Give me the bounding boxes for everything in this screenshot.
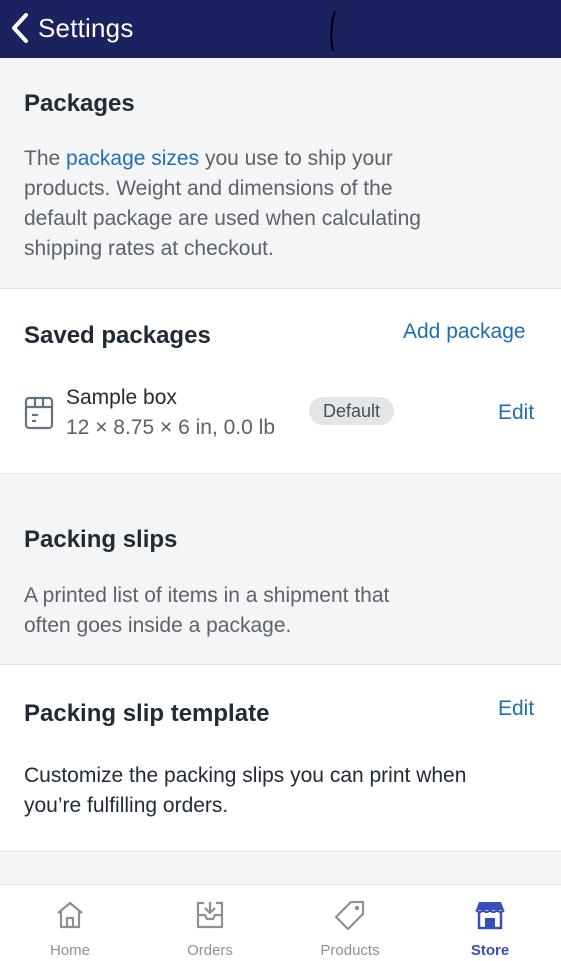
chevron-left-icon [12, 13, 28, 43]
packing-slips-title: Packing slips [24, 526, 178, 553]
desc-line3: default package are used when calculatin… [24, 207, 421, 230]
slips-desc-line1: A printed list of items in a shipment th… [24, 584, 390, 607]
stray-mark [330, 10, 336, 52]
tab-store[interactable]: Store [420, 885, 560, 961]
tab-home[interactable]: Home [0, 885, 140, 961]
desc-line1-suffix: you use to ship your [199, 147, 393, 170]
package-name: Sample box [66, 386, 177, 409]
bottom-tab-bar: Home Orders Products Store [0, 884, 561, 961]
slips-desc-line2: often goes inside a package. [24, 614, 292, 637]
add-package-button[interactable]: Add package [403, 320, 526, 344]
back-button[interactable]: Settings [10, 8, 134, 48]
packages-section: Packages The package sizes you use to sh… [0, 58, 561, 288]
desc-prefix: The [24, 147, 67, 170]
default-badge: Default [309, 397, 395, 425]
packages-description: The package sizes you use to ship your p… [24, 144, 421, 264]
home-icon [57, 901, 83, 929]
packages-title: Packages [24, 90, 135, 117]
template-desc-line1: Customize the packing slips you can prin… [24, 764, 467, 787]
top-bar: Settings [0, 0, 561, 58]
orders-icon [196, 901, 224, 929]
package-dimensions: 12 × 8.75 × 6 in, 0.0 lb [66, 416, 275, 439]
package-sizes-link[interactable]: package sizes [66, 147, 199, 170]
packing-slips-section: Packing slips A printed list of items in… [0, 474, 561, 664]
tab-orders-label: Orders [187, 942, 233, 959]
back-label: Settings [38, 12, 134, 43]
desc-line4: shipping rates at checkout. [24, 237, 274, 260]
template-description: Customize the packing slips you can prin… [24, 761, 466, 821]
packing-slip-template-card [0, 664, 561, 852]
saved-packages-card [0, 288, 561, 474]
desc-line2: products. Weight and dimensions of the [24, 177, 393, 200]
store-icon [475, 902, 505, 930]
tab-products-label: Products [320, 942, 380, 959]
tab-orders[interactable]: Orders [140, 885, 280, 961]
edit-package-button[interactable]: Edit [498, 401, 534, 425]
template-desc-line2: you’re fulfilling orders. [24, 794, 229, 817]
box-icon [24, 396, 54, 430]
tab-store-label: Store [470, 942, 510, 959]
tab-products[interactable]: Products [280, 885, 420, 961]
tab-home-label: Home [49, 942, 90, 959]
packing-slips-description: A printed list of items in a shipment th… [24, 581, 389, 641]
saved-packages-title: Saved packages [24, 322, 211, 349]
edit-template-button[interactable]: Edit [498, 697, 534, 721]
tag-icon [334, 900, 365, 931]
packing-slip-template-title: Packing slip template [24, 700, 270, 727]
